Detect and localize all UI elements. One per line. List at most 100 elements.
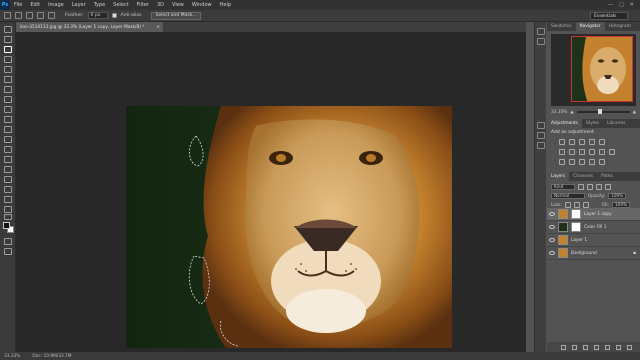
menu-window[interactable]: Window — [188, 2, 216, 8]
trash-icon[interactable] — [627, 344, 632, 350]
crop-tool-icon[interactable] — [4, 66, 12, 73]
levels-icon[interactable] — [569, 139, 575, 145]
menu-edit[interactable]: Edit — [26, 2, 44, 8]
history-brush-tool-icon[interactable] — [4, 116, 12, 123]
type-filter-icon[interactable] — [596, 183, 602, 190]
maximize-icon[interactable]: □ — [619, 2, 624, 8]
navigator-preview[interactable] — [551, 34, 636, 106]
invert-icon[interactable] — [559, 159, 565, 165]
menu-3d[interactable]: 3D — [153, 2, 168, 8]
lock-all-icon[interactable] — [582, 201, 589, 208]
info-panel-icon[interactable] — [537, 122, 545, 129]
dodge-tool-icon[interactable] — [4, 156, 12, 163]
curves-icon[interactable] — [579, 139, 585, 145]
brightness-contrast-icon[interactable] — [559, 139, 565, 145]
fill-input[interactable]: 100% — [611, 201, 630, 208]
lasso-tool-preset-icon[interactable] — [4, 12, 11, 19]
new-layer-icon[interactable] — [616, 344, 621, 350]
menu-view[interactable]: View — [168, 2, 188, 8]
new-adjustment-icon[interactable] — [594, 344, 599, 350]
layer-name[interactable]: Color Fill 1 — [584, 225, 606, 230]
tab-adjustments[interactable]: Adjustments — [547, 119, 582, 128]
screen-mode-icon[interactable] — [4, 248, 12, 255]
eraser-tool-icon[interactable] — [4, 126, 12, 133]
menu-select[interactable]: Select — [109, 2, 132, 8]
zoom-slider-knob[interactable] — [597, 109, 602, 114]
new-group-icon[interactable] — [605, 344, 610, 350]
document-tab[interactable]: lion-3510113.jpg @ 33.3% (Layer 1 copy, … — [16, 22, 164, 32]
channel-mixer-icon[interactable] — [599, 149, 605, 155]
tab-channels[interactable]: Channels — [569, 172, 597, 181]
tab-swatches[interactable]: Swatches — [547, 22, 576, 31]
vibrance-icon[interactable] — [599, 139, 605, 145]
zoom-out-icon[interactable]: ▲ — [570, 110, 573, 115]
move-tool-icon[interactable] — [4, 26, 12, 33]
pixel-filter-icon[interactable] — [578, 183, 584, 190]
antialias-checkbox[interactable] — [111, 13, 117, 18]
tab-libraries[interactable]: Libraries — [603, 119, 630, 128]
minimize-icon[interactable]: — — [608, 2, 613, 8]
shape-filter-icon[interactable] — [605, 183, 611, 190]
new-selection-icon[interactable] — [15, 12, 22, 19]
black-white-icon[interactable] — [579, 149, 585, 155]
adjustment-filter-icon[interactable] — [587, 183, 593, 190]
add-selection-icon[interactable] — [26, 12, 33, 19]
select-and-mask-button[interactable]: Select and Mask... — [151, 11, 201, 20]
shape-tool-icon[interactable] — [4, 196, 12, 203]
photo-filter-icon[interactable] — [589, 149, 595, 155]
gradient-map-icon[interactable] — [599, 159, 605, 165]
canvas-workspace[interactable] — [16, 32, 526, 352]
kind-filter-select[interactable]: Kind — [551, 183, 575, 190]
brush-panel-icon[interactable] — [537, 132, 545, 139]
zoom-tool-icon[interactable] — [4, 214, 12, 220]
healing-brush-tool-icon[interactable] — [4, 86, 12, 93]
layer-row[interactable]: Color Fill 1 — [547, 221, 640, 234]
blur-tool-icon[interactable] — [4, 146, 12, 153]
menu-file[interactable]: File — [10, 2, 26, 8]
marquee-tool-icon[interactable] — [4, 36, 12, 43]
status-zoom[interactable]: 33.33% — [4, 354, 20, 359]
layer-name[interactable]: Layer 1 — [571, 238, 587, 243]
layer-style-icon[interactable] — [572, 344, 577, 350]
history-panel-icon[interactable] — [537, 28, 545, 35]
visibility-eye-icon[interactable] — [549, 212, 555, 216]
subtract-selection-icon[interactable] — [37, 12, 44, 19]
layer-name[interactable]: Background — [571, 251, 597, 256]
navigator-zoom-slider[interactable] — [576, 109, 630, 114]
threshold-icon[interactable] — [579, 159, 585, 165]
layer-row[interactable]: Background ▪ — [547, 247, 640, 260]
layer-name[interactable]: Layer 1 copy — [584, 212, 612, 217]
intersect-selection-icon[interactable] — [48, 12, 55, 19]
tab-layers[interactable]: Layers — [547, 172, 570, 181]
close-tab-icon[interactable]: × — [156, 25, 160, 30]
layer-mask-thumbnail[interactable] — [571, 209, 581, 219]
menu-filter[interactable]: Filter — [133, 2, 153, 8]
properties-panel-icon[interactable] — [537, 38, 545, 45]
tab-paths[interactable]: Paths — [597, 172, 617, 181]
hue-saturation-icon[interactable] — [559, 149, 565, 155]
selective-color-icon[interactable] — [589, 159, 595, 165]
posterize-icon[interactable] — [569, 159, 575, 165]
tab-histogram[interactable]: Histogram — [605, 22, 635, 31]
image-canvas[interactable] — [126, 106, 452, 348]
menu-image[interactable]: Image — [44, 2, 68, 8]
path-select-tool-icon[interactable] — [4, 186, 12, 193]
exposure-icon[interactable] — [589, 139, 595, 145]
visibility-eye-icon[interactable] — [549, 238, 555, 242]
eyedropper-tool-icon[interactable] — [4, 76, 12, 83]
link-layers-icon[interactable] — [561, 344, 566, 350]
opacity-input[interactable]: 100% — [608, 192, 627, 199]
quick-mask-icon[interactable] — [4, 238, 12, 245]
layer-row[interactable]: Layer 1 — [547, 234, 640, 247]
visibility-eye-icon[interactable] — [549, 225, 555, 229]
visibility-eye-icon[interactable] — [549, 251, 555, 255]
layer-row[interactable]: Layer 1 copy — [547, 208, 640, 221]
tab-navigator[interactable]: Navigator — [575, 22, 605, 31]
quick-select-tool-icon[interactable] — [4, 56, 12, 63]
lock-position-icon[interactable] — [573, 201, 580, 208]
lasso-tool-icon[interactable] — [4, 46, 12, 53]
navigator-zoom-value[interactable]: 33.33% — [551, 110, 567, 115]
type-tool-icon[interactable] — [4, 176, 12, 183]
zoom-in-icon[interactable]: ▲ — [633, 110, 636, 115]
close-icon[interactable]: ✕ — [630, 2, 634, 8]
